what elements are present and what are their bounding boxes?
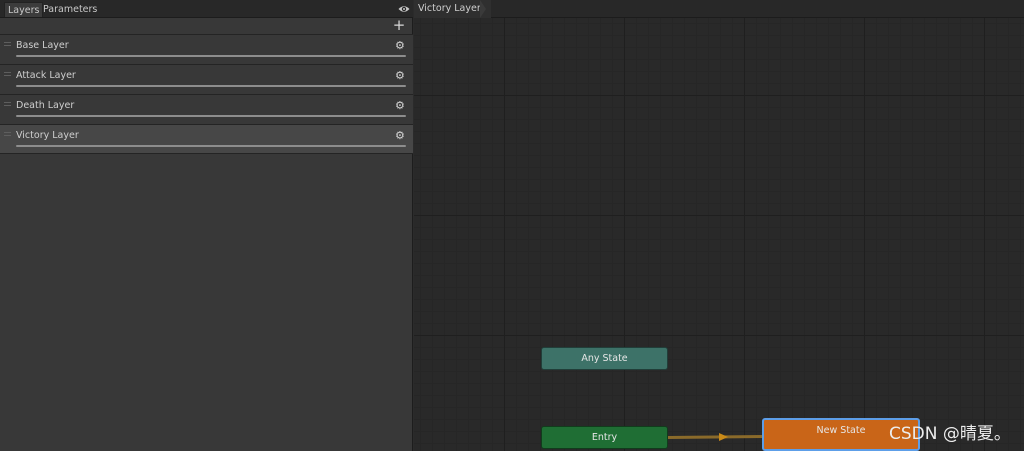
add-layer-row: + bbox=[0, 18, 413, 34]
layer-weight-bar bbox=[16, 55, 406, 57]
add-layer-button[interactable]: + bbox=[392, 18, 406, 34]
gear-icon[interactable]: ⚙ bbox=[395, 40, 406, 51]
breadcrumb-arrow-icon bbox=[480, 0, 486, 18]
layers-panel: Layers Parameters + Base Layer ⚙ Attack … bbox=[0, 0, 413, 451]
drag-handle-icon[interactable] bbox=[4, 102, 11, 106]
drag-handle-icon[interactable] bbox=[4, 42, 11, 46]
gear-icon[interactable]: ⚙ bbox=[395, 70, 406, 81]
layer-label: Victory Layer bbox=[16, 130, 79, 141]
layer-label: Attack Layer bbox=[16, 70, 76, 81]
entry-state-node[interactable]: Entry bbox=[541, 426, 668, 449]
layer-row-attack[interactable]: Attack Layer ⚙ bbox=[0, 64, 413, 94]
layer-label: Base Layer bbox=[16, 40, 69, 51]
layer-row-base[interactable]: Base Layer ⚙ bbox=[0, 34, 413, 64]
tab-parameters[interactable]: Parameters bbox=[40, 2, 100, 17]
transition-line[interactable] bbox=[667, 435, 764, 439]
gear-icon[interactable]: ⚙ bbox=[395, 100, 406, 111]
layer-weight-bar bbox=[16, 85, 406, 87]
drag-handle-icon[interactable] bbox=[4, 132, 11, 136]
gear-icon[interactable]: ⚙ bbox=[395, 130, 406, 141]
layer-label: Death Layer bbox=[16, 100, 75, 111]
watermark: CSDN @晴夏。 bbox=[889, 424, 1011, 444]
layer-row-death[interactable]: Death Layer ⚙ bbox=[0, 94, 413, 124]
any-state-node[interactable]: Any State bbox=[541, 347, 668, 370]
layer-weight-bar bbox=[16, 145, 406, 147]
tab-layers[interactable]: Layers bbox=[4, 2, 44, 17]
panel-tab-bar: Layers Parameters bbox=[0, 0, 413, 18]
eye-icon[interactable] bbox=[398, 4, 410, 14]
transition-arrow-icon bbox=[719, 433, 728, 441]
layer-weight-bar bbox=[16, 115, 406, 117]
layer-row-victory[interactable]: Victory Layer ⚙ bbox=[0, 124, 413, 154]
breadcrumb: Victory Layer bbox=[414, 0, 1024, 18]
drag-handle-icon[interactable] bbox=[4, 72, 11, 76]
state-machine-graph[interactable]: Victory Layer Any State Entry New State bbox=[414, 0, 1024, 451]
